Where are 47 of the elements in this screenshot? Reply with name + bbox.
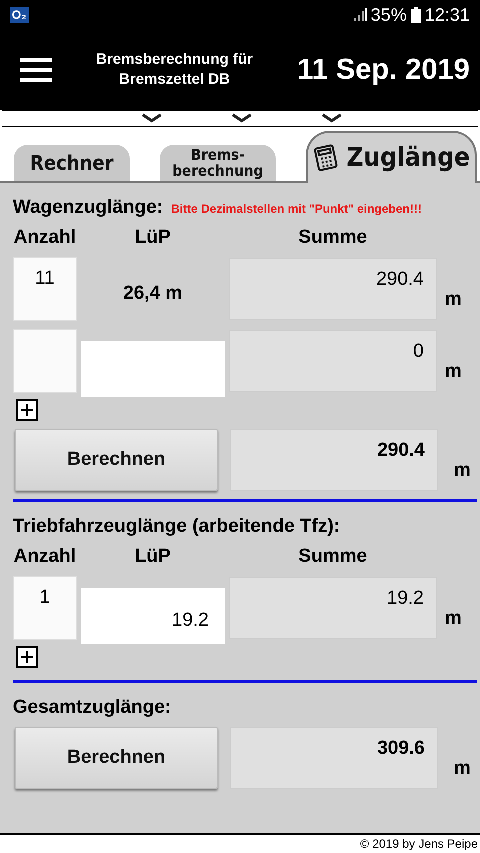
- signal-icon: [352, 8, 367, 22]
- battery-percent: 35%: [370, 4, 407, 26]
- column-header: Anzahl: [13, 546, 77, 568]
- add-icon[interactable]: [16, 399, 38, 421]
- lup-field[interactable]: [81, 341, 225, 397]
- unit-label: m: [444, 607, 463, 630]
- total-field: 290.4: [230, 429, 438, 491]
- app-title: Bremszettel DB: [119, 70, 230, 90]
- unit-label: m: [444, 360, 463, 383]
- sum-field: 290.4: [229, 258, 437, 320]
- section-title: Wagenzuglänge:: [13, 197, 164, 219]
- calculate-button[interactable]: Berechnen: [15, 429, 218, 491]
- hint-text: Bitte Dezimalstellen mit "Punkt" eingeben!!!: [171, 202, 422, 216]
- tab[interactable]: Zuglänge: [306, 131, 477, 183]
- chevron-down-icon[interactable]: [141, 113, 163, 123]
- column-header: Anzahl: [13, 227, 77, 249]
- app-title: Bremsberechnung für: [96, 50, 254, 70]
- sum-field: 19.2: [229, 577, 437, 639]
- battery-icon: [410, 7, 421, 23]
- unit-label: m: [453, 757, 472, 780]
- carrier-logo: O₂: [10, 7, 29, 23]
- column-header: Summe: [298, 227, 368, 249]
- lup-field[interactable]: 19.2: [81, 588, 225, 644]
- add-icon[interactable]: [16, 646, 38, 668]
- unit-label: m: [444, 288, 463, 311]
- column-header: LüP: [134, 227, 172, 249]
- sum-field: 0: [229, 330, 437, 392]
- unit-label: m: [453, 459, 472, 482]
- section-title: Triebfahrzeuglänge (arbeitende Tfz):: [13, 516, 340, 538]
- date-label: 11 Sep. 2019: [297, 54, 470, 86]
- column-header: Summe: [298, 546, 368, 568]
- total-field: 309.6: [230, 727, 438, 789]
- chevron-down-icon[interactable]: [321, 113, 343, 123]
- calculate-button[interactable]: Berechnen: [15, 727, 218, 789]
- chevron-down-icon[interactable]: [231, 113, 253, 123]
- count-field[interactable]: 1: [13, 576, 77, 640]
- copyright-text: © 2019 by Jens Peipe: [0, 833, 480, 851]
- section-title: Gesamtzuglänge:: [13, 697, 172, 719]
- count-field[interactable]: 11: [13, 257, 77, 321]
- count-field[interactable]: [13, 329, 77, 393]
- tab[interactable]: Rechner: [14, 145, 130, 181]
- calculator-icon: [312, 144, 339, 172]
- lup-value: 26,4 m: [122, 282, 184, 305]
- tab[interactable]: Brems- berechnung: [160, 145, 276, 181]
- column-header: LüP: [134, 546, 172, 568]
- menu-icon[interactable]: [20, 58, 52, 82]
- clock: 12:31: [424, 4, 470, 26]
